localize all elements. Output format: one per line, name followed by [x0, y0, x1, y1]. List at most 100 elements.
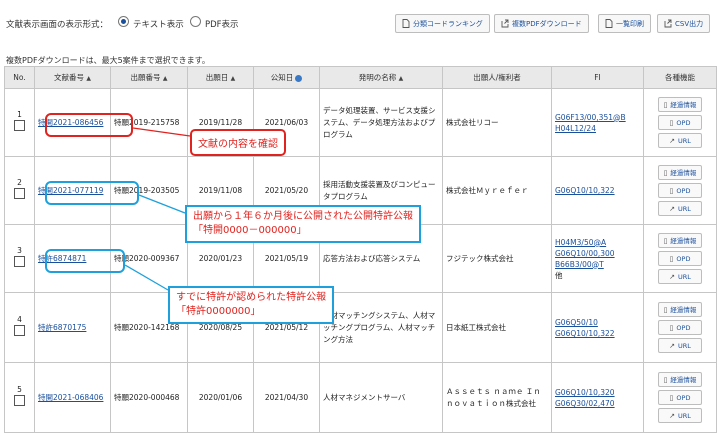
history-button[interactable]: ▯ 経過情報	[658, 165, 702, 180]
fi-code-link[interactable]: G06Q10/10,322	[555, 328, 640, 339]
sort-active-icon	[295, 74, 303, 82]
callout-line: 出願から１年６か月後に公開された公開特許公報	[193, 211, 413, 222]
display-mode-label: 文献表示画面の表示形式：	[6, 20, 109, 30]
table-header-row: No. 文献番号 ▲ 出願番号 ▲ 出願日 ▲ 公知日 発明の名称 ▲ 出願人/…	[4, 66, 717, 89]
col-header-doc-no[interactable]: 文献番号 ▲	[34, 66, 111, 89]
applicant-cell: フジテック株式会社	[442, 224, 552, 293]
fi-code-link[interactable]: G06Q10/10,322	[555, 185, 640, 196]
granted-patent-callout: すでに特許が認められた特許公報 「特許0000000」	[168, 286, 335, 324]
history-button[interactable]: ▯ 経過情報	[658, 302, 702, 317]
url-button[interactable]: ↗ URL	[658, 269, 702, 284]
action-label: URL	[677, 204, 691, 213]
multi-pdf-download-button[interactable]: 複数PDFダウンロード	[494, 14, 589, 33]
external-link-icon: ↗	[669, 204, 675, 213]
fi-code-link[interactable]: G06Q30/02,470	[555, 398, 640, 409]
title-cell: データ処理装置、サービス支援システム、データ処理方法およびプログラム	[319, 88, 443, 157]
action-label: OPD	[676, 393, 691, 402]
document-icon: ▯	[669, 118, 674, 127]
col-header-app-date[interactable]: 出願日 ▲	[187, 66, 254, 89]
action-label: URL	[677, 136, 691, 145]
url-button[interactable]: ↗ URL	[658, 408, 702, 423]
external-link-icon: ↗	[669, 136, 675, 145]
row-checkbox[interactable]	[14, 325, 25, 336]
published-application-callout: 出願から１年６か月後に公開された公開特許公報 「特開0000－000000」	[185, 205, 421, 243]
display-settings-bar: 文献表示画面の表示形式： テキスト表示 PDF表示 分類コードランキング 複数P…	[0, 0, 720, 52]
col-header-pub-date[interactable]: 公知日	[253, 66, 320, 89]
text-display-radio[interactable]	[118, 16, 129, 27]
fi-code-link[interactable]: G06Q50/10	[555, 317, 640, 328]
document-icon: ▯	[663, 100, 668, 109]
row-checkbox[interactable]	[14, 256, 25, 267]
classification-ranking-button[interactable]: 分類コードランキング	[395, 14, 490, 33]
url-button[interactable]: ↗ URL	[658, 201, 702, 216]
opd-button[interactable]: ▯ OPD	[658, 251, 702, 266]
url-button[interactable]: ↗ URL	[658, 133, 702, 148]
col-header-actions: 各種機能	[643, 66, 717, 89]
row-number: 1	[17, 110, 22, 119]
history-button[interactable]: ▯ 経過情報	[658, 372, 702, 387]
row-checkbox[interactable]	[14, 395, 25, 406]
document-icon	[402, 19, 410, 28]
fi-cell: G06Q50/10 G06Q10/10,322	[551, 292, 644, 363]
csv-export-button[interactable]: CSV出力	[657, 14, 711, 33]
action-label: 経過情報	[670, 375, 697, 384]
row-checkbox[interactable]	[14, 120, 25, 131]
row-checkbox[interactable]	[14, 188, 25, 199]
fi-cell: G06Q10/10,322	[551, 156, 644, 225]
classification-ranking-label: 分類コードランキング	[413, 19, 483, 28]
fi-code-link[interactable]: G06Q10/10,320	[555, 387, 640, 398]
action-label: 経過情報	[670, 305, 697, 314]
actions-cell: ▯ 経過情報 ▯ OPD ↗ URL	[643, 292, 717, 363]
opd-button[interactable]: ▯ OPD	[658, 320, 702, 335]
document-icon: ▯	[669, 323, 674, 332]
col-header-title[interactable]: 発明の名称 ▲	[319, 66, 443, 89]
table-row: 5 特開2021-068406 特願2020-000468 2020/01/06 202…	[4, 362, 717, 433]
document-icon: ▯	[663, 236, 668, 245]
sort-icon: ▲	[398, 75, 404, 82]
doc-number-cell: 特開2021-068406	[34, 362, 111, 433]
document-icon: ▯	[663, 375, 668, 384]
row-number-cell: 3	[4, 224, 35, 293]
col-header-applicant: 出願人/権利者	[442, 66, 552, 89]
fi-code-link[interactable]: B66B3/00@T	[555, 259, 640, 270]
row-number-cell: 1	[4, 88, 35, 157]
doc-number-highlight-blue-1	[45, 181, 139, 205]
actions-cell: ▯ 経過情報 ▯ OPD ↗ URL	[643, 156, 717, 225]
table-row: 4 特許6870175 特願2020-142168 2020/08/25 2021/05…	[4, 292, 717, 363]
history-button[interactable]: ▯ 経過情報	[658, 233, 702, 248]
pdf-display-radio[interactable]	[190, 16, 201, 27]
fi-code-link[interactable]: G06Q10/00,300	[555, 248, 640, 259]
text-display-label: テキスト表示	[133, 20, 184, 30]
row-number-cell: 5	[4, 362, 35, 433]
check-content-callout: 文献の内容を確認	[190, 129, 286, 156]
applicant-cell: Ａｓｓｅｔｓ ｎａｍｅ Ｉｎｎｏｖａｔｉｏｎ株式会社	[442, 362, 552, 433]
action-label: URL	[677, 411, 691, 420]
sort-icon: ▲	[230, 75, 236, 82]
doc-number-link[interactable]: 特開2021-068406	[38, 393, 103, 402]
fi-code-link[interactable]: H04L12/24	[555, 123, 640, 134]
history-button[interactable]: ▯ 経過情報	[658, 97, 702, 112]
title-cell: 人材マッチングシステム、人材マッチングプログラム、人材マッチング方法	[319, 292, 443, 363]
fi-cell: G06Q10/10,320 G06Q30/02,470	[551, 362, 644, 433]
sort-icon: ▲	[86, 75, 91, 82]
callout-line: 「特許0000000」	[176, 306, 261, 317]
fi-code-link[interactable]: G06F13/00,351@B	[555, 112, 640, 123]
action-label: URL	[677, 341, 691, 350]
col-header-app-no[interactable]: 出願番号 ▲	[110, 66, 188, 89]
action-label: 経過情報	[670, 100, 697, 109]
col-header-fi: FI	[551, 66, 644, 89]
doc-number-link[interactable]: 特許6870175	[38, 323, 86, 332]
opd-button[interactable]: ▯ OPD	[658, 390, 702, 405]
opd-button[interactable]: ▯ OPD	[658, 115, 702, 130]
url-button[interactable]: ↗ URL	[658, 338, 702, 353]
pdf-display-label: PDF表示	[205, 20, 239, 30]
row-number-cell: 2	[4, 156, 35, 225]
callout-line: 「特開0000－000000」	[193, 225, 307, 236]
document-icon	[605, 19, 613, 28]
callout-line: すでに特許が認められた特許公報	[176, 292, 327, 303]
action-label: OPD	[676, 323, 691, 332]
print-list-button[interactable]: 一覧印刷	[598, 14, 651, 33]
opd-button[interactable]: ▯ OPD	[658, 183, 702, 198]
action-label: OPD	[676, 186, 691, 195]
fi-code-link[interactable]: H04M3/50@A	[555, 237, 640, 248]
